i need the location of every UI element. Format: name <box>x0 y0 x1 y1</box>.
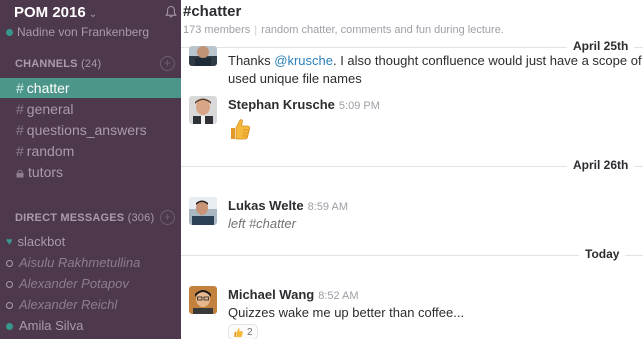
channels-section-header[interactable]: CHANNELS (24) <box>15 58 101 70</box>
team-header[interactable]: POM 2016 ⌄ Nadine von Frankenberg <box>0 0 181 44</box>
separator: | <box>254 24 258 36</box>
message-pane: #chatter 173 members | random chatter, com… <box>181 0 643 339</box>
dm-section-label: DIRECT MESSAGES <box>15 212 125 224</box>
sidebar: POM 2016 ⌄ Nadine von Frankenberg CHANNEL… <box>0 0 181 339</box>
channel-label: random <box>26 143 75 159</box>
dm-section-header[interactable]: DIRECT MESSAGES (306) <box>15 212 154 224</box>
message-text: Thanks @krusche. I also thought confluen… <box>228 53 642 68</box>
dm-item-slackbot[interactable]: ♥ slackbot <box>0 232 181 252</box>
message-header: Stephan Krusche 5:09 PM <box>228 96 643 114</box>
day-divider-label: April 26th <box>567 158 635 172</box>
add-dm-icon[interactable]: + <box>160 210 175 225</box>
dm-item-aisulu[interactable]: Aisulu Rakhmetullina <box>0 253 181 273</box>
presence-active-icon <box>6 28 13 36</box>
dm-section-count: (306) <box>127 212 155 224</box>
timestamp[interactable]: 5:09 PM <box>339 100 380 112</box>
avatar[interactable] <box>189 96 217 124</box>
timestamp[interactable]: 8:59 AM <box>308 201 348 213</box>
day-divider-label: April 25th <box>567 39 635 53</box>
message-header: Michael Wang 8:52 AM <box>228 286 643 304</box>
avatar[interactable] <box>189 46 217 66</box>
heart-icon: ♥ <box>6 236 13 248</box>
thumbs-up-icon <box>234 327 243 337</box>
member-count[interactable]: 173 members <box>183 24 250 36</box>
dm-label: Alexander Potapov <box>19 276 129 291</box>
current-user[interactable]: Nadine von Frankenberg <box>6 25 149 39</box>
sidebar-item-questions-answers[interactable]: # questions_answers <box>0 120 181 140</box>
message-text: Quizzes wake me up better than coffee... <box>228 305 465 320</box>
dm-label: slackbot <box>17 234 66 249</box>
avatar[interactable] <box>189 286 217 314</box>
channel-meta: 173 members | random chatter, comments and… <box>183 24 504 36</box>
dm-item-potapov[interactable]: Alexander Potapov <box>0 274 181 294</box>
message-body: Michael Wang 8:52 AM Quizzes wake me up b… <box>228 286 643 339</box>
channel-title[interactable]: #chatter <box>183 3 241 20</box>
avatar[interactable] <box>189 197 217 225</box>
channel-label: general <box>26 101 74 117</box>
message-body: Lukas Welte 8:59 AM left #chatter <box>228 197 643 233</box>
reaction-button[interactable]: 2 <box>228 324 258 339</box>
presence-away-icon <box>6 301 13 309</box>
bell-icon[interactable] <box>164 5 178 19</box>
dm-label: Aisulu Rakhmetullina <box>19 255 141 270</box>
message-body: Stephan Krusche 5:09 PM <box>228 96 643 146</box>
presence-away-icon <box>6 259 13 267</box>
message-header: Lukas Welte 8:59 AM <box>228 197 643 215</box>
channel-label: tutors <box>28 164 64 180</box>
add-channel-icon[interactable]: + <box>160 56 175 71</box>
message-text: left #chatter <box>228 216 296 231</box>
channels-section-count: (24) <box>80 58 102 70</box>
message-text-line: used unique file names <box>228 71 362 86</box>
divider-line <box>181 255 643 256</box>
lock-icon <box>16 169 24 178</box>
reaction-count: 2 <box>247 326 253 338</box>
presence-away-icon <box>6 280 13 288</box>
presence-active-icon <box>6 322 13 330</box>
day-divider-label: Today <box>579 247 626 261</box>
user-mention-link[interactable]: @krusche <box>274 53 333 68</box>
dm-label: Alexander Reichl <box>19 297 118 312</box>
thumbs-up-icon <box>231 119 250 140</box>
hash-icon: # <box>16 101 24 117</box>
sidebar-item-chatter[interactable]: # chatter <box>0 78 181 98</box>
channel-purpose: random chatter, comments and fun during … <box>261 24 504 36</box>
hash-icon: # <box>16 80 24 96</box>
day-divider: Today <box>181 247 643 262</box>
author-name[interactable]: Lukas Welte <box>228 198 304 213</box>
dm-item-reichl[interactable]: Alexander Reichl <box>0 295 181 315</box>
dm-label: Amila Silva <box>19 318 84 333</box>
chevron-down-icon: ⌄ <box>88 9 98 20</box>
channel-label: chatter <box>26 80 70 96</box>
timestamp[interactable]: 8:52 AM <box>318 290 358 302</box>
author-name[interactable]: Michael Wang <box>228 287 314 302</box>
sidebar-item-random[interactable]: # random <box>0 141 181 161</box>
sidebar-item-general[interactable]: # general <box>0 99 181 119</box>
current-user-name: Nadine von Frankenberg <box>17 25 150 39</box>
team-name[interactable]: POM 2016 ⌄ <box>14 4 97 21</box>
message-body: Thanks @krusche. I also thought confluen… <box>228 52 643 88</box>
dm-item-amila[interactable]: Amila Silva <box>0 316 181 336</box>
channel-label: questions_answers <box>26 122 147 138</box>
hash-icon: # <box>16 122 24 138</box>
author-name[interactable]: Stephan Krusche <box>228 97 335 112</box>
channels-section-label: CHANNELS <box>15 58 78 70</box>
day-divider: April 26th <box>181 158 643 173</box>
sidebar-item-tutors[interactable]: tutors <box>0 162 181 182</box>
hash-icon: # <box>16 143 24 159</box>
